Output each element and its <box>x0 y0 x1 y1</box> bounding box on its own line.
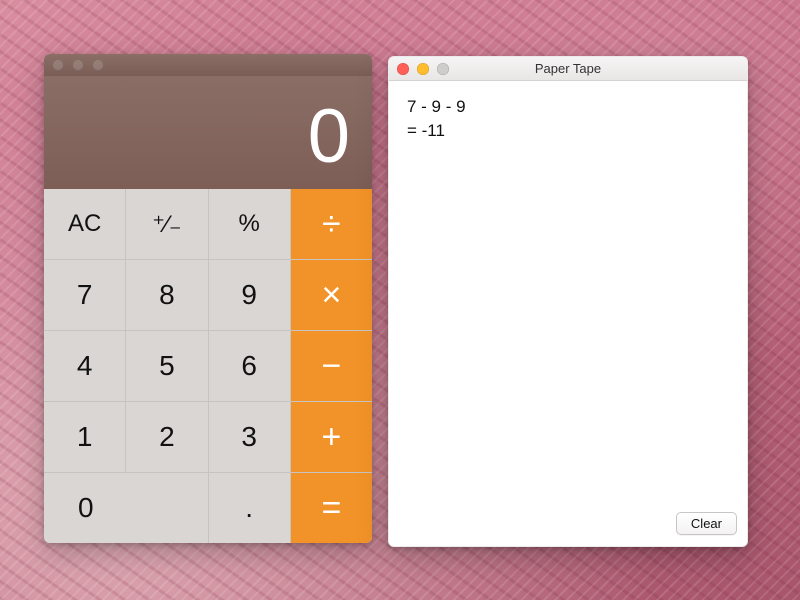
calculator-display: 0 <box>44 76 372 189</box>
key-sign[interactable]: ⁺∕₋ <box>126 189 207 259</box>
paper-tape-window: Paper Tape 7 - 9 - 9= -11 Clear <box>388 56 748 547</box>
key-divide[interactable]: ÷ <box>291 189 372 259</box>
paper-tape-line: 7 - 9 - 9 <box>407 95 729 119</box>
key-6[interactable]: 6 <box>209 331 290 401</box>
key-multiply[interactable]: × <box>291 260 372 330</box>
key-decimal[interactable]: . <box>209 473 290 543</box>
clear-button[interactable]: Clear <box>676 512 737 535</box>
paper-tape-titlebar[interactable]: Paper Tape <box>389 57 747 81</box>
key-4[interactable]: 4 <box>44 331 125 401</box>
key-plus[interactable]: + <box>291 402 372 472</box>
key-5[interactable]: 5 <box>126 331 207 401</box>
paper-tape-content: 7 - 9 - 9= -11 <box>389 81 747 508</box>
traffic-light-minimize-icon[interactable] <box>72 59 84 71</box>
key-1[interactable]: 1 <box>44 402 125 472</box>
key-2[interactable]: 2 <box>126 402 207 472</box>
calculator-window: 0 AC ⁺∕₋ % ÷ 7 8 9 × 4 5 6 − 1 2 3 + 0 .… <box>44 54 372 543</box>
paper-tape-footer: Clear <box>389 508 747 546</box>
calculator-keypad: AC ⁺∕₋ % ÷ 7 8 9 × 4 5 6 − 1 2 3 + 0 . = <box>44 189 372 543</box>
traffic-light-minimize-icon[interactable] <box>417 63 429 75</box>
key-equals[interactable]: = <box>291 473 372 543</box>
key-percent[interactable]: % <box>209 189 290 259</box>
key-7[interactable]: 7 <box>44 260 125 330</box>
paper-tape-line: = -11 <box>407 119 729 143</box>
key-9[interactable]: 9 <box>209 260 290 330</box>
key-8[interactable]: 8 <box>126 260 207 330</box>
traffic-light-zoom-icon[interactable] <box>437 63 449 75</box>
key-ac[interactable]: AC <box>44 189 125 259</box>
key-3[interactable]: 3 <box>209 402 290 472</box>
traffic-light-close-icon[interactable] <box>52 59 64 71</box>
calculator-display-value: 0 <box>308 99 350 175</box>
calculator-titlebar[interactable] <box>44 54 372 76</box>
traffic-light-zoom-icon[interactable] <box>92 59 104 71</box>
traffic-light-close-icon[interactable] <box>397 63 409 75</box>
key-0[interactable]: 0 <box>44 473 208 543</box>
key-minus[interactable]: − <box>291 331 372 401</box>
